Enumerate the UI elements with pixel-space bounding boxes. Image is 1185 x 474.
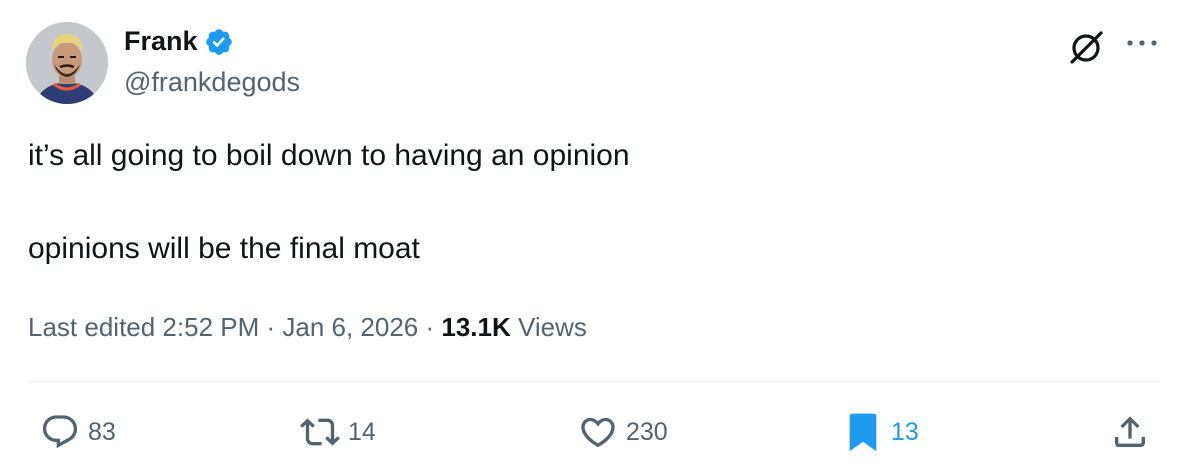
divider xyxy=(28,381,1160,382)
bookmark-button[interactable]: 13 xyxy=(845,412,919,452)
author-handle[interactable]: @frankdegods xyxy=(124,67,300,98)
avatar-image xyxy=(26,22,108,104)
bookmark-filled-icon xyxy=(849,413,877,452)
reply-count: 83 xyxy=(88,417,116,446)
tweet-meta: Last edited 2:52 PM · Jan 6, 2026 · 13.1… xyxy=(28,312,587,343)
tweet-text-line: opinions will be the final moat xyxy=(28,232,420,265)
reply-icon xyxy=(42,415,78,449)
edited-timestamp[interactable]: Last edited 2:52 PM · Jan 6, 2026 · xyxy=(28,312,441,342)
grok-icon[interactable] xyxy=(1066,27,1106,67)
author-display-name[interactable]: Frank xyxy=(124,26,198,57)
like-button[interactable]: 230 xyxy=(578,412,668,452)
tweet-text-line: it’s all going to boil down to having an… xyxy=(28,139,630,172)
avatar[interactable] xyxy=(26,22,108,104)
share-icon xyxy=(1115,416,1145,447)
repost-count: 14 xyxy=(348,417,376,446)
heart-icon xyxy=(581,417,615,448)
bookmark-count: 13 xyxy=(891,417,919,446)
verified-badge-icon[interactable] xyxy=(204,27,234,57)
like-count: 230 xyxy=(626,417,668,446)
repost-icon xyxy=(300,418,340,446)
share-button[interactable] xyxy=(1110,412,1150,452)
reply-button[interactable]: 83 xyxy=(40,412,116,452)
repost-button[interactable]: 14 xyxy=(300,412,376,452)
more-options-icon[interactable] xyxy=(1124,36,1160,50)
views-count: 13.1K xyxy=(441,312,511,342)
views-label: Views xyxy=(510,312,587,342)
author-name-row[interactable]: Frank xyxy=(124,26,234,57)
